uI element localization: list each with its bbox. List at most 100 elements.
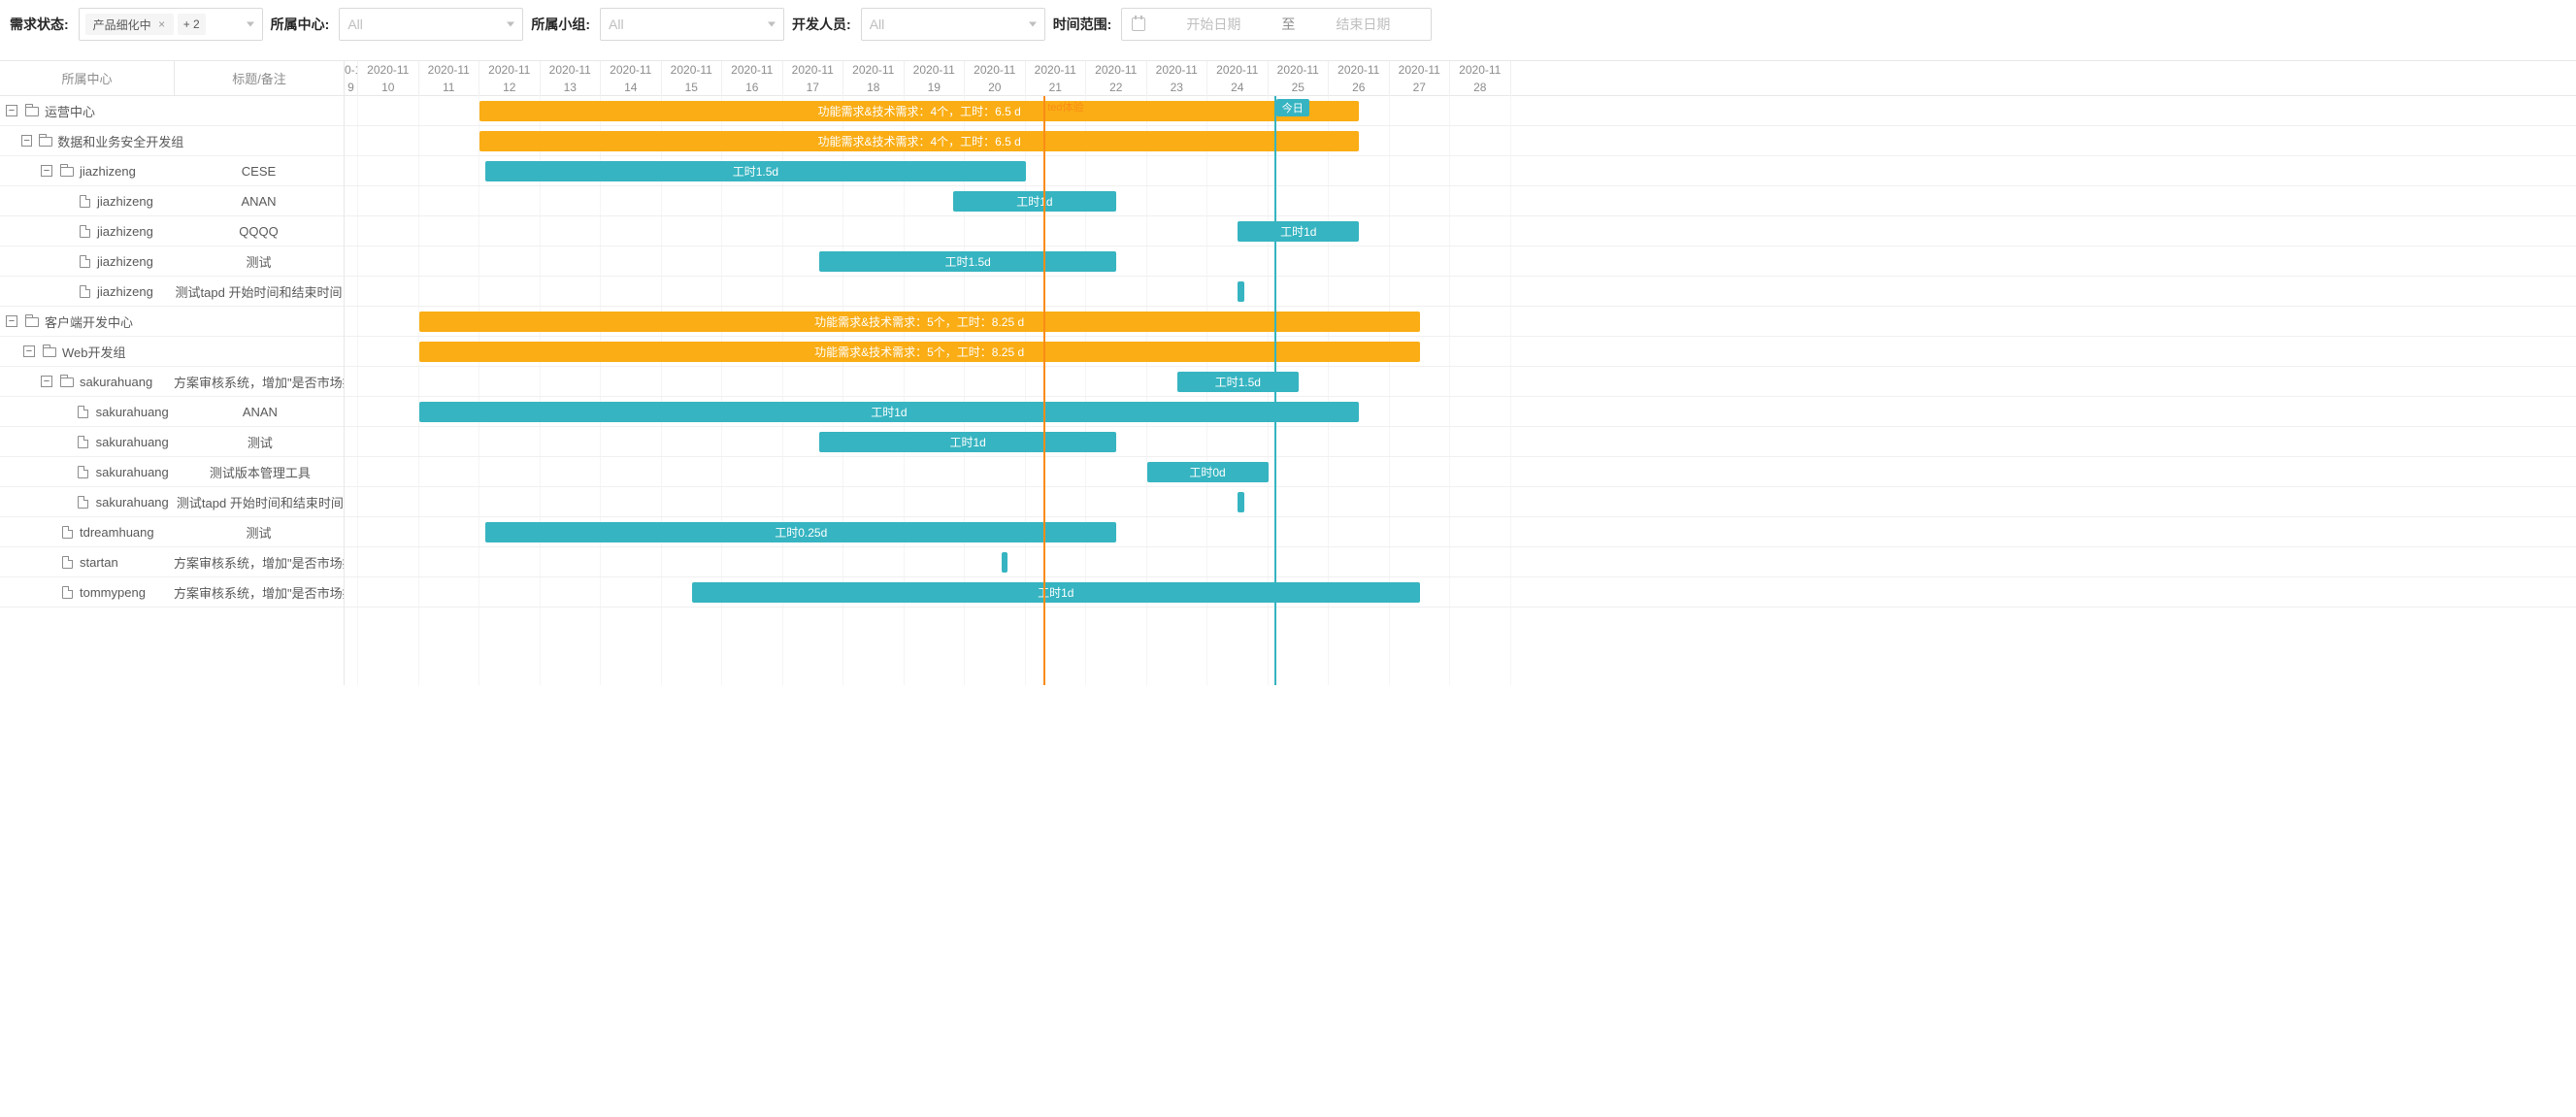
tree-row[interactable]: jiazhizeng测试 <box>0 246 344 277</box>
gantt-row: 工时1d <box>345 427 2576 457</box>
chevron-down-icon <box>1029 22 1037 27</box>
tree-row[interactable]: startan方案审核系统，增加"是否市场推荐 <box>0 547 344 577</box>
tree-row[interactable]: tommypeng方案审核系统，增加"是否市场推荐 <box>0 577 344 608</box>
timeline-day: 2020-1123 <box>1147 61 1208 96</box>
tree-row[interactable]: jiazhizeng 测试tapd 开始时间和结束时间 <box>0 277 344 307</box>
row-name: jiazhizeng <box>97 284 153 299</box>
gantt-row <box>345 547 2576 577</box>
gantt-right-pane[interactable]: 0-1192020-11102020-11112020-11122020-111… <box>345 61 2576 685</box>
task-bar[interactable]: 工时1d <box>953 191 1117 212</box>
row-name: sakurahuang <box>96 495 169 509</box>
summary-bar[interactable]: 功能需求&技术需求：4个，工时：6.5 d <box>479 101 1359 121</box>
summary-bar[interactable]: 功能需求&技术需求：5个，工时：8.25 d <box>419 342 1420 362</box>
document-icon <box>76 255 93 268</box>
timeline-day: 2020-1119 <box>905 61 966 96</box>
gantt-row: 工时1d <box>345 216 2576 246</box>
document-icon <box>58 586 76 599</box>
filter-status-select[interactable]: 产品细化中 × + 2 <box>79 8 263 41</box>
timeline-day: 2020-1122 <box>1086 61 1147 96</box>
row-note: 方案审核系统，增加"是否市场推荐 <box>174 556 344 571</box>
document-icon <box>75 496 92 509</box>
task-bar[interactable]: 工时1d <box>819 432 1116 452</box>
task-bar[interactable]: 工时1d <box>419 402 1360 422</box>
task-bar[interactable]: 工时1.5d <box>819 251 1116 272</box>
row-name: jiazhizeng <box>80 164 136 179</box>
row-note: 测试 <box>246 526 271 541</box>
tree-row[interactable]: jiazhizengQQQQ <box>0 216 344 246</box>
collapse-toggle[interactable]: − <box>21 135 32 147</box>
tree-row[interactable]: −sakurahuang方案审核系统，增加"是否市场推荐 <box>0 367 344 397</box>
close-icon[interactable]: × <box>156 18 168 30</box>
event-marker: ted体验 <box>1043 96 1045 685</box>
tree-row[interactable]: − jiazhizeng CESE <box>0 156 344 186</box>
gantt: 所属中心 标题/备注 −运营中心−数据和业务安全开发组−jiazhizengCE… <box>0 60 2576 685</box>
gantt-row: 工时1d <box>345 186 2576 216</box>
timeline-day: 2020-1120 <box>965 61 1026 96</box>
row-name: 运营中心 <box>45 102 95 120</box>
row-name: sakurahuang <box>80 375 152 389</box>
tree-row[interactable]: −客户端开发中心 <box>0 307 344 337</box>
filter-status-tag-text: 产品细化中 <box>93 16 151 33</box>
task-bar[interactable]: 工时1d <box>692 582 1420 603</box>
tree-row[interactable]: sakurahuang测试tapd 开始时间和结束时间 <box>0 487 344 517</box>
timeline-day: 2020-1125 <box>1269 61 1330 96</box>
row-note: CESE <box>242 164 276 179</box>
collapse-toggle[interactable]: − <box>41 376 52 387</box>
folder-icon <box>38 135 53 147</box>
filter-group-select[interactable]: All <box>600 8 784 41</box>
tree-row[interactable]: sakurahuang测试 <box>0 427 344 457</box>
filter-status-more[interactable]: + 2 <box>178 14 206 35</box>
timeline-day: 2020-1112 <box>479 61 541 96</box>
collapse-toggle[interactable]: − <box>41 165 52 177</box>
collapse-toggle[interactable]: − <box>6 315 17 327</box>
summary-bar[interactable]: 功能需求&技术需求：4个，工时：6.5 d <box>479 131 1359 151</box>
tree-row[interactable]: sakurahuang测试版本管理工具 <box>0 457 344 487</box>
task-bar[interactable] <box>1238 492 1243 512</box>
summary-bar[interactable]: 功能需求&技术需求：5个，工时：8.25 d <box>419 312 1420 332</box>
task-bar[interactable] <box>1238 281 1243 302</box>
tree-row[interactable]: −Web开发组 <box>0 337 344 367</box>
timeline-day: 2020-1127 <box>1390 61 1451 96</box>
gantt-row: 工时1.5d <box>345 246 2576 277</box>
task-bar[interactable] <box>1002 552 1007 573</box>
tree-row[interactable]: jiazhizengANAN <box>0 186 344 216</box>
timeline-day: 2020-1111 <box>419 61 480 96</box>
task-bar[interactable]: 工时1.5d <box>1177 372 1299 392</box>
filter-daterange-label: 时间范围: <box>1053 15 1112 34</box>
folder-icon <box>23 315 41 327</box>
task-bar[interactable]: 工时1.5d <box>485 161 1025 181</box>
filter-dev-select[interactable]: All <box>861 8 1045 41</box>
timeline-day: 2020-1115 <box>662 61 723 96</box>
filter-daterange-input[interactable]: 开始日期 至 结束日期 <box>1121 8 1432 41</box>
marker-label: 今日 <box>1276 99 1309 116</box>
collapse-toggle[interactable]: − <box>23 345 35 357</box>
document-icon <box>75 436 92 448</box>
gantt-row: 功能需求&技术需求：4个，工时：6.5 d <box>345 126 2576 156</box>
tree-row[interactable]: − 运营中心 <box>0 96 344 126</box>
filter-center-select[interactable]: All <box>339 8 523 41</box>
folder-icon <box>23 105 41 116</box>
row-note: 测试tapd 开始时间和结束时间 <box>176 285 343 300</box>
collapse-toggle[interactable]: − <box>6 105 17 116</box>
task-bar[interactable]: 工时1d <box>1238 221 1359 242</box>
marker-label: ted体验 <box>1047 99 1083 115</box>
tree-row[interactable]: −数据和业务安全开发组 <box>0 126 344 156</box>
filter-dev-value: All <box>870 16 885 32</box>
col-note: 标题/备注 <box>175 61 344 95</box>
row-note: ANAN <box>243 405 278 419</box>
row-note: ANAN <box>241 194 276 209</box>
tree-row[interactable]: sakurahuangANAN <box>0 397 344 427</box>
timeline-day: 2020-1114 <box>601 61 662 96</box>
timeline-day: 2020-1121 <box>1026 61 1087 96</box>
task-bar[interactable]: 工时0.25d <box>485 522 1116 542</box>
gantt-row: 工时1.5d <box>345 367 2576 397</box>
task-bar[interactable]: 工时0d <box>1147 462 1269 482</box>
filter-status-tag[interactable]: 产品细化中 × <box>85 14 174 35</box>
chevron-down-icon <box>247 22 254 27</box>
gantt-chart-body: 功能需求&技术需求：4个，工时：6.5 d 功能需求&技术需求：4个，工时：6.5… <box>345 96 2576 685</box>
row-note: 测试 <box>246 255 271 270</box>
tree-row[interactable]: tdreamhuang测试 <box>0 517 344 547</box>
timeline-day: 2020-1116 <box>722 61 783 96</box>
document-icon <box>76 225 93 238</box>
timeline-day: 2020-1110 <box>358 61 419 96</box>
